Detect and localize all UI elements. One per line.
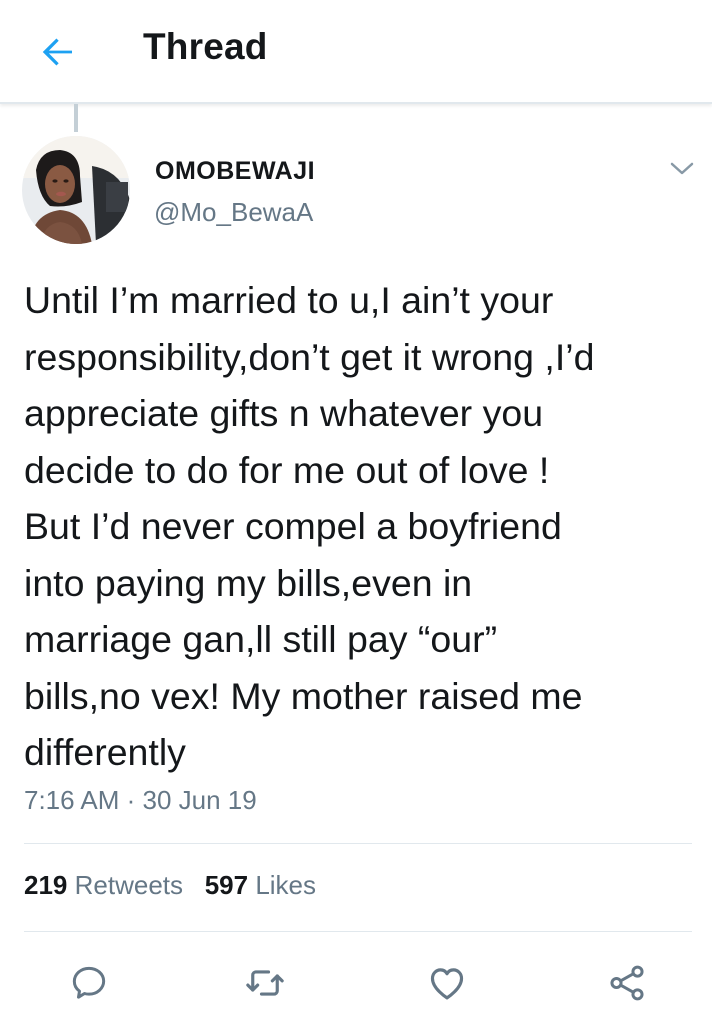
reply-icon <box>72 966 106 999</box>
like-button[interactable] <box>422 958 472 1008</box>
tweet-menu-button[interactable] <box>664 154 700 184</box>
retweet-button[interactable] <box>240 958 290 1008</box>
engagement-stats: 219 Retweets 597 Likes <box>24 870 316 901</box>
divider <box>24 843 692 844</box>
thread-connector-line <box>74 104 78 132</box>
tweet-text: Until I’m married to u,I ain’t your resp… <box>24 279 595 773</box>
likes-label: Likes <box>255 870 317 900</box>
chevron-down-icon <box>670 162 694 175</box>
heart-icon <box>430 968 464 1000</box>
avatar[interactable] <box>22 136 130 244</box>
divider <box>24 931 692 932</box>
tweet-timestamp[interactable]: 7:16 AM · 30 Jun 19 <box>24 785 257 816</box>
share-icon <box>610 965 644 1001</box>
thread-screen: Thread OMOBEWAJI @Mo_BewaA Until I’m mar… <box>0 0 712 1024</box>
back-arrow-icon <box>42 38 72 66</box>
display-name[interactable]: OMOBEWAJI <box>155 157 315 186</box>
retweets-label: Retweets <box>74 870 184 900</box>
retweet-icon <box>246 970 284 996</box>
likes-count: 597 <box>204 870 249 900</box>
likes-stat[interactable]: 597 Likes <box>205 870 316 901</box>
reply-button[interactable] <box>64 958 114 1008</box>
top-app-bar: Thread <box>0 0 712 104</box>
retweets-stat[interactable]: 219 Retweets <box>24 870 183 901</box>
retweets-count: 219 <box>24 870 68 900</box>
user-handle[interactable]: @Mo_BewaA <box>154 197 313 228</box>
profile-photo <box>22 136 130 244</box>
back-button[interactable] <box>34 28 82 76</box>
page-title: Thread <box>143 26 268 67</box>
share-button[interactable] <box>602 958 652 1008</box>
